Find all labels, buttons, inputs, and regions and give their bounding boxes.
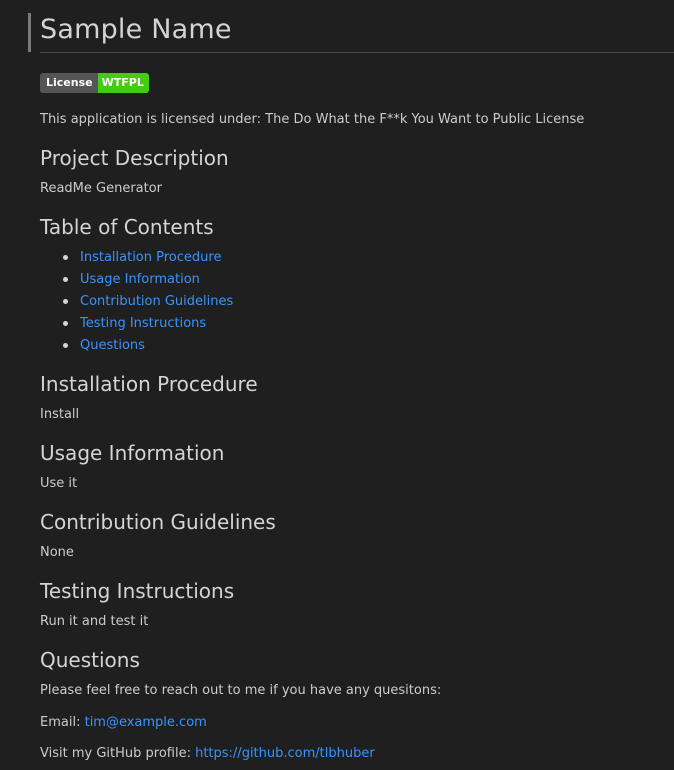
- email-line: Email: tim@example.com: [40, 714, 207, 732]
- heading-contribution: Contribution Guidelines: [40, 510, 276, 534]
- github-label: Visit my GitHub profile:: [40, 746, 191, 761]
- toc-item: Installation Procedure: [40, 247, 233, 269]
- heading-testing: Testing Instructions: [40, 579, 235, 603]
- project-description-text: ReadMe Generator: [40, 181, 163, 196]
- usage-text: Use it: [40, 476, 78, 491]
- heading-usage: Usage Information: [40, 441, 225, 465]
- email-label: Email:: [40, 715, 81, 730]
- contribution-text: None: [40, 545, 74, 560]
- bullet-icon: [63, 299, 68, 304]
- github-link[interactable]: https://github.com/tlbhuber: [195, 746, 375, 761]
- toc-item: Usage Information: [40, 269, 233, 291]
- title-divider: [40, 52, 674, 53]
- bullet-icon: [63, 255, 68, 260]
- testing-text: Run it and test it: [40, 614, 149, 629]
- heading-project-description: Project Description: [40, 146, 229, 170]
- heading-questions: Questions: [40, 648, 140, 672]
- page-title: Sample Name: [40, 14, 232, 45]
- license-text: This application is licensed under: The …: [40, 112, 585, 127]
- toc-item: Testing Instructions: [40, 313, 233, 335]
- bullet-icon: [63, 343, 68, 348]
- license-badge-value: WTFPL: [97, 73, 149, 93]
- bullet-icon: [63, 277, 68, 282]
- github-line: Visit my GitHub profile: https://github.…: [40, 745, 375, 763]
- email-link[interactable]: tim@example.com: [85, 715, 207, 730]
- toc-item: Questions: [40, 335, 233, 357]
- toc-list: Installation Procedure Usage Information…: [40, 247, 233, 357]
- toc-link-installation[interactable]: Installation Procedure: [80, 250, 221, 265]
- toc-link-usage[interactable]: Usage Information: [80, 272, 200, 287]
- heading-table-of-contents: Table of Contents: [40, 215, 214, 239]
- license-badge: License WTFPL: [40, 73, 149, 93]
- toc-link-testing[interactable]: Testing Instructions: [80, 316, 206, 331]
- heading-accent-bar: [28, 13, 31, 52]
- toc-link-contribution[interactable]: Contribution Guidelines: [80, 294, 233, 309]
- questions-intro: Please feel free to reach out to me if y…: [40, 683, 442, 698]
- license-badge-label: License: [40, 73, 98, 93]
- heading-installation: Installation Procedure: [40, 372, 258, 396]
- toc-link-questions[interactable]: Questions: [80, 338, 145, 353]
- bullet-icon: [63, 321, 68, 326]
- installation-text: Install: [40, 407, 80, 422]
- toc-item: Contribution Guidelines: [40, 291, 233, 313]
